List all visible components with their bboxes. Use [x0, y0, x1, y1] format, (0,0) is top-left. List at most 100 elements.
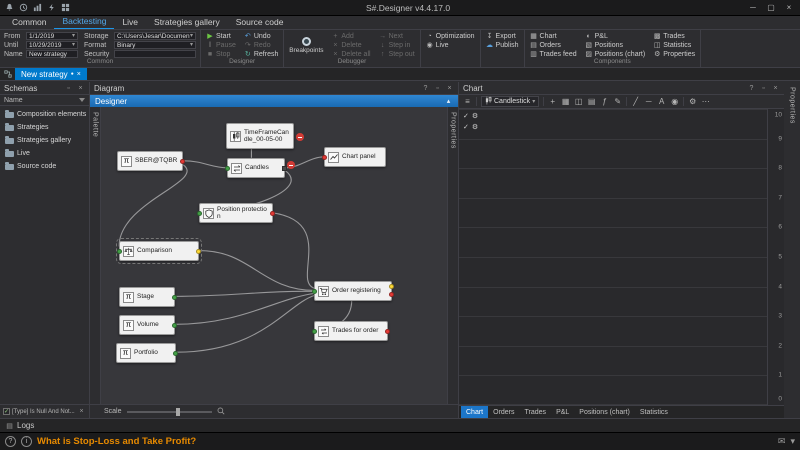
- input-port[interactable]: [225, 166, 230, 171]
- tab-statistics[interactable]: Statistics: [635, 406, 673, 418]
- tab-new-strategy[interactable]: New strategy ● ×: [15, 68, 87, 80]
- grid-icon[interactable]: ▦: [561, 97, 570, 106]
- output-port[interactable]: [172, 295, 177, 300]
- lightning-icon[interactable]: [46, 3, 56, 13]
- tree-item-composition-elements[interactable]: Composition elements: [0, 108, 89, 121]
- breakpoint-badge-icon[interactable]: [287, 161, 295, 169]
- indicator-fx-icon[interactable]: ƒ: [600, 97, 609, 106]
- output-port[interactable]: [180, 159, 185, 164]
- input-port[interactable]: [322, 155, 327, 160]
- visibility-checkbox[interactable]: ✓: [463, 112, 469, 120]
- chart-bars-icon[interactable]: [32, 3, 42, 13]
- visibility-checkbox[interactable]: ✓: [463, 123, 469, 131]
- tab-positions-chart[interactable]: Positions (chart): [574, 406, 635, 418]
- component-orders-button[interactable]: ▤Orders: [529, 41, 578, 49]
- node-comparison[interactable]: Comparison: [119, 241, 199, 261]
- horizontal-line-icon[interactable]: ─: [644, 97, 653, 106]
- help-icon[interactable]: ?: [421, 85, 430, 92]
- component-positions-chart-button[interactable]: ▨Positions (chart): [584, 50, 647, 58]
- tab-orders[interactable]: Orders: [488, 406, 519, 418]
- undo-button[interactable]: ↶Undo: [243, 32, 280, 40]
- marker-icon[interactable]: ◉: [670, 97, 679, 106]
- next-button[interactable]: →Next: [378, 32, 416, 40]
- output-port[interactable]: [389, 292, 394, 297]
- clear-filter-icon[interactable]: ×: [77, 408, 86, 415]
- info-circle-icon[interactable]: i: [21, 436, 32, 447]
- start-button[interactable]: ▶Start: [205, 32, 237, 40]
- settings-gear-icon[interactable]: ⚙: [688, 97, 697, 106]
- node-portfolio[interactable]: π Portfolio: [116, 343, 176, 363]
- bell-icon[interactable]: [4, 3, 14, 13]
- close-tab-icon[interactable]: ×: [77, 71, 81, 78]
- ribbon-tab-strategies-gallery[interactable]: Strategies gallery: [146, 16, 228, 29]
- component-statistics-button[interactable]: ◫Statistics: [652, 41, 696, 49]
- node-order-registering[interactable]: Order registering: [314, 281, 392, 301]
- pin-icon[interactable]: ▫: [433, 85, 442, 92]
- node-candles[interactable]: Candles: [227, 158, 285, 178]
- ribbon-tab-source-code[interactable]: Source code: [228, 16, 292, 29]
- input-port[interactable]: [117, 249, 122, 254]
- chart-plot[interactable]: ✓ ⚙ ✓ ⚙: [459, 109, 767, 405]
- close-icon[interactable]: ×: [771, 85, 780, 92]
- pause-button[interactable]: ‖Pause: [205, 41, 237, 49]
- tab-chart[interactable]: Chart: [461, 406, 488, 418]
- tab-pnl[interactable]: P&L: [551, 406, 574, 418]
- help-circle-icon[interactable]: ?: [5, 436, 16, 447]
- redo-button[interactable]: ↷Redo: [243, 41, 280, 49]
- tree-item-live[interactable]: Live: [0, 147, 89, 160]
- trendline-icon[interactable]: ╱: [631, 97, 640, 106]
- node-volume[interactable]: π Volume: [119, 315, 175, 335]
- legend-icon[interactable]: ▤: [587, 97, 596, 106]
- scale-slider[interactable]: [127, 411, 212, 413]
- tree-item-source-code[interactable]: Source code: [0, 160, 89, 173]
- refresh-button[interactable]: ↻Refresh: [243, 50, 280, 58]
- pin-icon[interactable]: ▫: [759, 85, 768, 92]
- input-port[interactable]: [197, 211, 202, 216]
- component-pnl-button[interactable]: ◐P&L: [584, 32, 647, 40]
- node-chart-panel[interactable]: Chart panel: [324, 147, 386, 167]
- output-port[interactable]: [385, 329, 390, 334]
- component-positions-button[interactable]: ▧Positions: [584, 41, 647, 49]
- menu-icon[interactable]: ≡: [463, 97, 472, 106]
- tree-item-strategies[interactable]: Strategies: [0, 121, 89, 134]
- from-date-select[interactable]: 1/1/2019▾: [26, 32, 78, 40]
- output-port[interactable]: [282, 166, 287, 171]
- filter-expression[interactable]: [Type] Is Null And Not...: [12, 409, 75, 415]
- output-port[interactable]: [389, 284, 394, 289]
- node-position-protection[interactable]: Position protection: [199, 203, 273, 223]
- collapse-icon[interactable]: ▴: [444, 97, 453, 105]
- output-port[interactable]: [172, 323, 177, 328]
- strategy-name-input[interactable]: New strategy: [26, 50, 78, 58]
- mail-icon[interactable]: ✉: [778, 436, 786, 447]
- panes-icon[interactable]: ◫: [574, 97, 583, 106]
- node-timeframe-candle[interactable]: TimeFrameCandle_00-05-00: [226, 123, 294, 149]
- live-button[interactable]: ◉Live: [425, 41, 476, 49]
- delete-breakpoint-button[interactable]: ×Delete: [330, 41, 371, 49]
- chart-y-axis[interactable]: 10 9 8 7 6 5 4 3 2 1 0: [767, 109, 784, 405]
- help-question-link[interactable]: What is Stop-Loss and Take Profit?: [37, 436, 196, 447]
- ribbon-tab-backtesting[interactable]: Backtesting: [54, 15, 114, 29]
- step-in-button[interactable]: ↓Step in: [378, 41, 416, 49]
- filter-checkbox[interactable]: ✓: [3, 408, 10, 415]
- series-settings-gear-icon[interactable]: ⚙: [472, 112, 478, 120]
- output-port[interactable]: [196, 249, 201, 254]
- component-chart-button[interactable]: ▦Chart: [529, 32, 578, 40]
- scale-slider-thumb[interactable]: [176, 408, 180, 416]
- step-out-button[interactable]: ↑Step out: [378, 50, 416, 58]
- node-trades-for-order[interactable]: Trades for order: [314, 321, 388, 341]
- breakpoints-button[interactable]: Breakpoints: [288, 32, 324, 58]
- input-port[interactable]: [312, 289, 317, 294]
- maximize-button[interactable]: ▢: [764, 2, 778, 14]
- chevron-down-icon[interactable]: ▾: [790, 436, 795, 447]
- storage-select[interactable]: C:\Users\Jesar\Documen▾: [114, 32, 196, 40]
- component-properties-button[interactable]: ⚙Properties: [652, 50, 696, 58]
- output-port[interactable]: [173, 351, 178, 356]
- stop-button[interactable]: ■Stop: [205, 50, 237, 58]
- security-input[interactable]: [114, 50, 196, 58]
- diagram-doc-icon[interactable]: [3, 70, 12, 79]
- input-port[interactable]: [312, 329, 317, 334]
- logs-collapsed-panel[interactable]: ▤ Logs: [0, 418, 800, 432]
- node-stage[interactable]: π Stage: [119, 287, 175, 307]
- crosshair-icon[interactable]: +: [548, 97, 557, 106]
- delete-all-breakpoints-button[interactable]: ×Delete all: [330, 50, 371, 58]
